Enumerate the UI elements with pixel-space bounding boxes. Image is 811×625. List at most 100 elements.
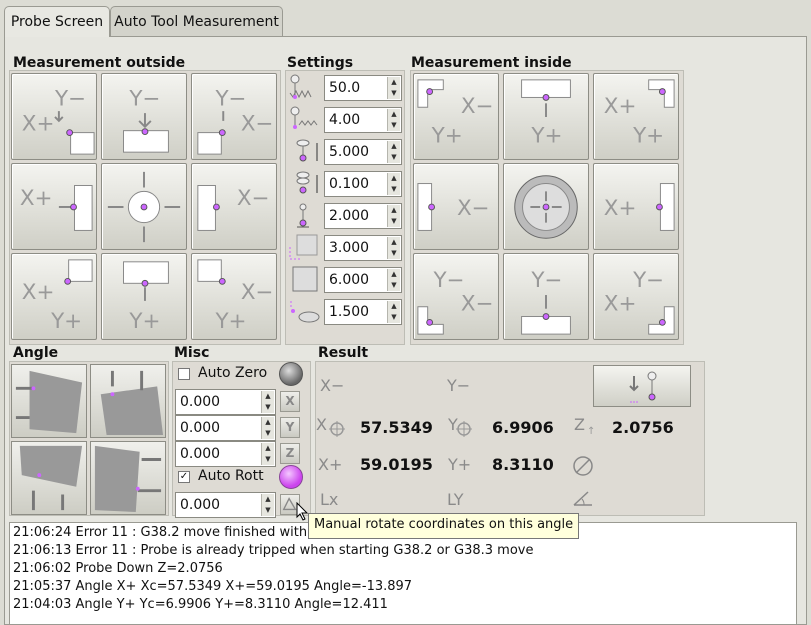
- rotate-tooltip: Manual rotate coordinates on this angle: [308, 513, 580, 539]
- tab-probe-screen[interactable]: Probe Screen: [4, 6, 110, 37]
- side-edge-length-icon: [287, 233, 321, 261]
- side-edge-length-spin-arrows[interactable]: ▲ ▼: [387, 237, 400, 259]
- inside-xminus-yplus-corner-button[interactable]: X− Y+: [413, 73, 499, 160]
- auto-zero-checkbox[interactable]: [178, 368, 190, 380]
- z-value: 2.0756: [612, 418, 674, 437]
- xplus-label: X+: [318, 455, 343, 474]
- z-label: Z: [574, 415, 585, 434]
- misc-x-spin-arrows[interactable]: ▲ ▼: [261, 391, 274, 413]
- misc-angle-field[interactable]: 0.000 ▲ ▼: [175, 492, 276, 518]
- outside-xminus-yminus-corner-button[interactable]: Y− X−: [191, 73, 277, 160]
- log-line: 21:06:24 Error 11 : G38.2 move finished …: [13, 525, 308, 540]
- inside-xminus-button[interactable]: X−: [413, 163, 499, 250]
- outside-xplus-button[interactable]: X+: [11, 163, 97, 250]
- misc-z-field[interactable]: 0.000 ▲ ▼: [175, 441, 276, 467]
- auto-rott-led-icon: [279, 465, 303, 489]
- probe-offset-spin-arrows[interactable]: ▲ ▼: [387, 173, 400, 195]
- log-line: 21:06:13 Error 11 : Probe is already tri…: [13, 543, 534, 558]
- angle-yminus-button[interactable]: [90, 364, 166, 438]
- svg-text:X−: X−: [461, 94, 494, 119]
- angle-yplus-button[interactable]: [11, 441, 87, 515]
- log-line: 21:04:03 Angle Y+ Yc=6.9906 Y+=8.3110 An…: [13, 597, 388, 612]
- z-clearance-field[interactable]: 1.500 ▲ ▼: [324, 299, 402, 325]
- outside-yminus-button[interactable]: Y−: [101, 73, 187, 160]
- log-line: 21:05:37 Angle X+ Xc=57.5349 X+=59.0195 …: [13, 579, 413, 594]
- svg-text:Y+: Y+: [431, 123, 463, 148]
- max-travel-spin-arrows[interactable]: ▲ ▼: [387, 77, 400, 99]
- svg-text:Y−: Y−: [128, 86, 160, 111]
- lx-label: Lx: [320, 490, 339, 509]
- xplus-value: 59.0195: [360, 455, 433, 474]
- misc-x-field[interactable]: 0.000 ▲ ▼: [175, 389, 276, 415]
- latch-return-icon: [287, 105, 321, 133]
- set-x-button[interactable]: X: [280, 391, 300, 412]
- outside-xplus-yminus-corner-button[interactable]: Y− X+: [11, 73, 97, 160]
- misc-y-spin-arrows[interactable]: ▲ ▼: [261, 417, 274, 439]
- outside-xminus-yplus-corner-button[interactable]: X− Y+: [191, 253, 277, 340]
- inside-xminus-yminus-corner-button[interactable]: Y− X−: [413, 253, 499, 340]
- misc-angle-spin-arrows[interactable]: ▲ ▼: [261, 494, 274, 516]
- svg-text:Y+: Y+: [214, 309, 246, 334]
- svg-text:X+: X+: [22, 280, 55, 305]
- xy-clearance-icon: [287, 265, 321, 293]
- svg-text:X−: X−: [461, 292, 494, 317]
- angle-xplus-button[interactable]: [11, 364, 87, 438]
- crosshair-icon: [456, 421, 472, 437]
- result-title: Result: [318, 345, 369, 361]
- search-velocity-spin-arrows[interactable]: ▲ ▼: [387, 205, 400, 227]
- inside-xplus-yplus-corner-button[interactable]: X+ Y+: [593, 73, 679, 160]
- angle-xminus-button[interactable]: [90, 441, 166, 515]
- probe-diameter-icon: [287, 137, 321, 165]
- probe-offset-field[interactable]: 0.100 ▲ ▼: [324, 171, 402, 197]
- xy-clearance-spin-arrows[interactable]: ▲ ▼: [387, 269, 400, 291]
- yc-value: 6.9906: [492, 418, 554, 437]
- svg-text:Y−: Y−: [530, 268, 562, 293]
- xy-clearance-field[interactable]: 6.000 ▲ ▼: [324, 267, 402, 293]
- inside-xplus-yminus-corner-button[interactable]: Y− X+: [593, 253, 679, 340]
- svg-text:X−: X−: [457, 196, 490, 221]
- inside-yminus-button[interactable]: Y−: [503, 253, 589, 340]
- set-z-button[interactable]: Z: [280, 443, 300, 464]
- yplus-value: 8.3110: [492, 455, 554, 474]
- angle-icon: [572, 488, 594, 508]
- outside-xplus-yplus-corner-button[interactable]: X+ Y+: [11, 253, 97, 340]
- svg-text:Y−: Y−: [632, 268, 664, 293]
- auto-rott-checkbox[interactable]: ✓: [178, 471, 190, 483]
- set-y-button[interactable]: Y: [280, 417, 300, 438]
- inside-yplus-button[interactable]: Y+: [503, 73, 589, 160]
- max-travel-field[interactable]: 50.0 ▲ ▼: [324, 75, 402, 101]
- latch-return-spin-arrows[interactable]: ▲ ▼: [387, 109, 400, 131]
- z-probe-icon: ↑: [587, 426, 596, 437]
- crosshair-icon: [329, 421, 345, 437]
- outside-yplus-button[interactable]: Y+: [101, 253, 187, 340]
- search-velocity-field[interactable]: 2.000 ▲ ▼: [324, 203, 402, 229]
- probe-diameter-field[interactable]: 5.000 ▲ ▼: [324, 139, 402, 165]
- outside-xminus-button[interactable]: X−: [191, 163, 277, 250]
- svg-text:X−: X−: [241, 280, 274, 305]
- svg-text:Y+: Y+: [530, 123, 562, 148]
- xminus-label: X−: [320, 376, 345, 395]
- svg-text:X+: X+: [20, 186, 53, 211]
- mouse-cursor-icon: [296, 501, 310, 526]
- auto-zero-label: Auto Zero: [198, 365, 268, 381]
- latch-return-field[interactable]: 4.00 ▲ ▼: [324, 107, 402, 133]
- measurement-inside-title: Measurement inside: [411, 55, 572, 71]
- svg-text:Y−: Y−: [54, 86, 86, 111]
- outside-center-button[interactable]: [101, 163, 187, 250]
- probe-diameter-spin-arrows[interactable]: ▲ ▼: [387, 141, 400, 163]
- z-clearance-spin-arrows[interactable]: ▲ ▼: [387, 301, 400, 323]
- inside-hole-center-button[interactable]: [503, 163, 589, 250]
- svg-text:Y+: Y+: [128, 309, 160, 334]
- tab-auto-tool-measurement[interactable]: Auto Tool Measurement: [110, 6, 283, 36]
- probe-offset-icon: [287, 169, 321, 197]
- side-edge-length-field[interactable]: 3.000 ▲ ▼: [324, 235, 402, 261]
- settings-title: Settings: [287, 55, 354, 71]
- misc-z-spin-arrows[interactable]: ▲ ▼: [261, 443, 274, 465]
- svg-text:X+: X+: [22, 112, 55, 137]
- yplus-label: Y+: [448, 455, 472, 474]
- inside-xplus-button[interactable]: X+: [593, 163, 679, 250]
- auto-rott-label: Auto Rott: [198, 468, 264, 484]
- misc-y-field[interactable]: 0.000 ▲ ▼: [175, 415, 276, 441]
- max-travel-icon: [287, 73, 321, 101]
- probe-down-button[interactable]: [593, 365, 691, 407]
